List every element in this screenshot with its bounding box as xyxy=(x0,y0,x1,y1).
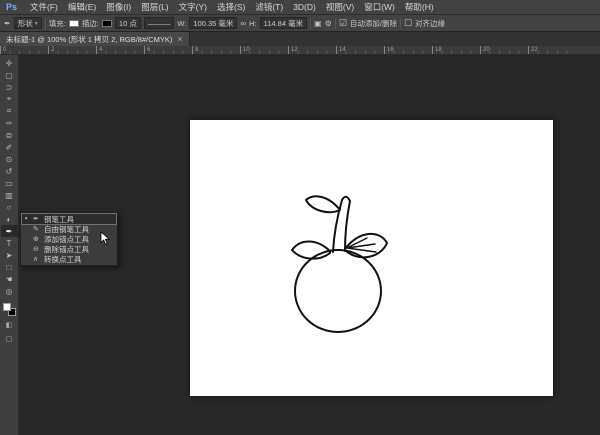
rectangle-tool[interactable]: □ xyxy=(1,261,18,273)
rectangular-marquee-tool[interactable]: ▢ xyxy=(1,69,18,81)
tool-icon: ✎ xyxy=(33,226,39,233)
auto-add-delete-checkbox[interactable]: ☑ xyxy=(339,18,347,29)
tool-mode-dropdown[interactable]: 形状 ▾ xyxy=(13,17,42,29)
photoshop-logo: Ps xyxy=(6,2,18,12)
active-tool-icon: ✒ xyxy=(4,18,11,28)
eraser-tool[interactable]: ▭ xyxy=(1,177,18,189)
tool-mode-value: 形状 xyxy=(17,18,33,28)
hand-tool[interactable]: ☚ xyxy=(1,273,18,285)
close-icon[interactable]: × xyxy=(177,34,182,44)
path-selection-tool[interactable]: ➤ xyxy=(1,249,18,261)
ruler-mark: 4 xyxy=(96,46,144,54)
auto-add-delete-label: 自动添加/删除 xyxy=(349,18,397,28)
menu-item[interactable]: 帮助(H) xyxy=(400,0,439,14)
ruler-mark: 0 xyxy=(0,46,48,54)
document-tab-bar: 未标题-1 @ 100% (形状 1 拷贝 2, RGB/8#/CMYK) × xyxy=(0,32,600,46)
shape-height-input[interactable]: 114.84 毫米 xyxy=(259,17,308,29)
foreground-color-swatch[interactable] xyxy=(2,303,11,311)
link-dimensions-icon[interactable]: ∞ xyxy=(240,19,246,28)
gear-icon[interactable]: ⚙ xyxy=(325,19,332,28)
document-tab[interactable]: 未标题-1 @ 100% (形状 1 拷贝 2, RGB/8#/CMYK) × xyxy=(0,32,190,46)
ruler-mark: 14 xyxy=(336,46,384,54)
separator xyxy=(310,17,312,29)
path-operations-icon[interactable]: ▣ xyxy=(314,19,322,28)
tool-options-bar: ✒ 形状 ▾ 填充: 描边: 10 点 ——— W: 100.35 毫米 ∞ H… xyxy=(0,15,600,32)
ruler-mark: 22 xyxy=(528,46,576,54)
brush-tool[interactable]: ✐ xyxy=(1,141,18,153)
blur-tool[interactable]: ○ xyxy=(1,201,18,213)
lasso-tool[interactable]: ⊃ xyxy=(1,81,18,93)
ruler-mark: 18 xyxy=(432,46,480,54)
width-label: W: xyxy=(177,18,187,28)
zoom-tool[interactable]: ◎ xyxy=(1,285,18,297)
height-label: H: xyxy=(249,18,257,28)
menu-bar: Ps 文件(F) 编辑(E) 图像(I) 图层(L) 文字(Y) 选择(S) 滤镜(T) 3D… xyxy=(0,0,600,15)
flyout-item-label: 转换点工具 xyxy=(44,254,82,264)
stroke-width-input[interactable]: 10 点 xyxy=(114,17,141,29)
ruler-mark: 10 xyxy=(240,46,288,54)
menu-item[interactable]: 选择(S) xyxy=(212,0,250,14)
clone-stamp-tool[interactable]: ⊙ xyxy=(1,153,18,165)
ruler-mark: 20 xyxy=(480,46,528,54)
color-swatch-widget[interactable] xyxy=(2,303,16,316)
move-tool[interactable]: ✛ xyxy=(1,57,18,69)
shape-width-input[interactable]: 100.35 毫米 xyxy=(189,17,238,29)
eyedropper-tool[interactable]: ✑ xyxy=(1,117,18,129)
active-tool-marker: ▪ xyxy=(25,216,28,222)
menu-item[interactable]: 视图(V) xyxy=(321,0,359,14)
stroke-style-dropdown[interactable]: ——— xyxy=(143,17,175,29)
tool-icon: ⊖ xyxy=(33,246,39,253)
fill-label: 填充: xyxy=(48,18,66,28)
flyout-menu-item[interactable]: ▪ ✒ 钢笔工具 xyxy=(21,213,117,225)
menu-item[interactable]: 3D(D) xyxy=(288,0,321,14)
dodge-tool[interactable]: ◐ xyxy=(1,213,18,225)
tool-icon: ∧ xyxy=(33,256,39,263)
tools-panel: ✛ ▢ ⊃ ⌖ ⌗ ✑ ⊜ ✐ ⊙ ↺ ▭ ▥ ○ ◐ ✒ T ➤ □ ☚ ◎ ◧ ▢ xyxy=(0,55,19,435)
quick-selection-tool[interactable]: ⌖ xyxy=(1,93,18,105)
menu-item[interactable]: 滤镜(T) xyxy=(250,0,288,14)
horizontal-ruler[interactable]: 0 2 4 6 8 10 12 14 16 18 20 22 xyxy=(0,46,600,55)
tomato-line-art xyxy=(291,195,388,333)
fill-swatch[interactable] xyxy=(68,19,79,27)
document-tab-title: 未标题-1 @ 100% (形状 1 拷贝 2, RGB/8#/CMYK) xyxy=(6,34,173,44)
menu-items: 文件(F) 编辑(E) 图像(I) 图层(L) 文字(Y) 选择(S) 滤镜(T) 3D(D)… xyxy=(25,0,439,14)
tool-list: ✛ ▢ ⊃ ⌖ ⌗ ✑ ⊜ ✐ ⊙ ↺ ▭ ▥ ○ ◐ ✒ T ➤ □ ☚ ◎ xyxy=(0,57,18,297)
stroke-swatch[interactable] xyxy=(101,19,112,27)
spot-healing-brush-tool[interactable]: ⊜ xyxy=(1,129,18,141)
ruler-mark: 2 xyxy=(48,46,96,54)
stroke-label: 描边: xyxy=(81,18,99,28)
mouse-cursor xyxy=(100,231,110,245)
chevron-down-icon: ▾ xyxy=(34,20,38,27)
menu-item[interactable]: 文件(F) xyxy=(25,0,63,14)
gradient-tool[interactable]: ▥ xyxy=(1,189,18,201)
menu-item[interactable]: 文字(Y) xyxy=(174,0,212,14)
ruler-mark: 12 xyxy=(288,46,336,54)
crop-tool[interactable]: ⌗ xyxy=(1,105,18,117)
flyout-menu-item[interactable]: ∧ 转换点工具 xyxy=(22,254,116,264)
ruler-mark: 6 xyxy=(144,46,192,54)
separator xyxy=(334,17,336,29)
separator xyxy=(399,17,401,29)
align-edges-label: 对齐边缘 xyxy=(415,18,446,28)
quick-mask-button[interactable]: ◧ xyxy=(1,319,18,330)
screen-mode-button[interactable]: ▢ xyxy=(1,333,18,344)
menu-item[interactable]: 图层(L) xyxy=(136,0,173,14)
history-brush-tool[interactable]: ↺ xyxy=(1,165,18,177)
menu-item[interactable]: 窗口(W) xyxy=(359,0,400,14)
pen-tool[interactable]: ✒ xyxy=(0,225,18,237)
horizontal-type-tool[interactable]: T xyxy=(1,237,18,249)
separator xyxy=(44,17,46,29)
ruler-mark: 16 xyxy=(384,46,432,54)
canvas[interactable] xyxy=(190,120,553,396)
ruler-mark: 8 xyxy=(192,46,240,54)
tool-icon: ⊕ xyxy=(33,236,39,243)
align-edges-checkbox[interactable]: ☐ xyxy=(404,18,412,29)
menu-item[interactable]: 编辑(E) xyxy=(63,0,101,14)
tool-icon: ✒ xyxy=(33,216,39,223)
menu-item[interactable]: 图像(I) xyxy=(101,0,136,14)
